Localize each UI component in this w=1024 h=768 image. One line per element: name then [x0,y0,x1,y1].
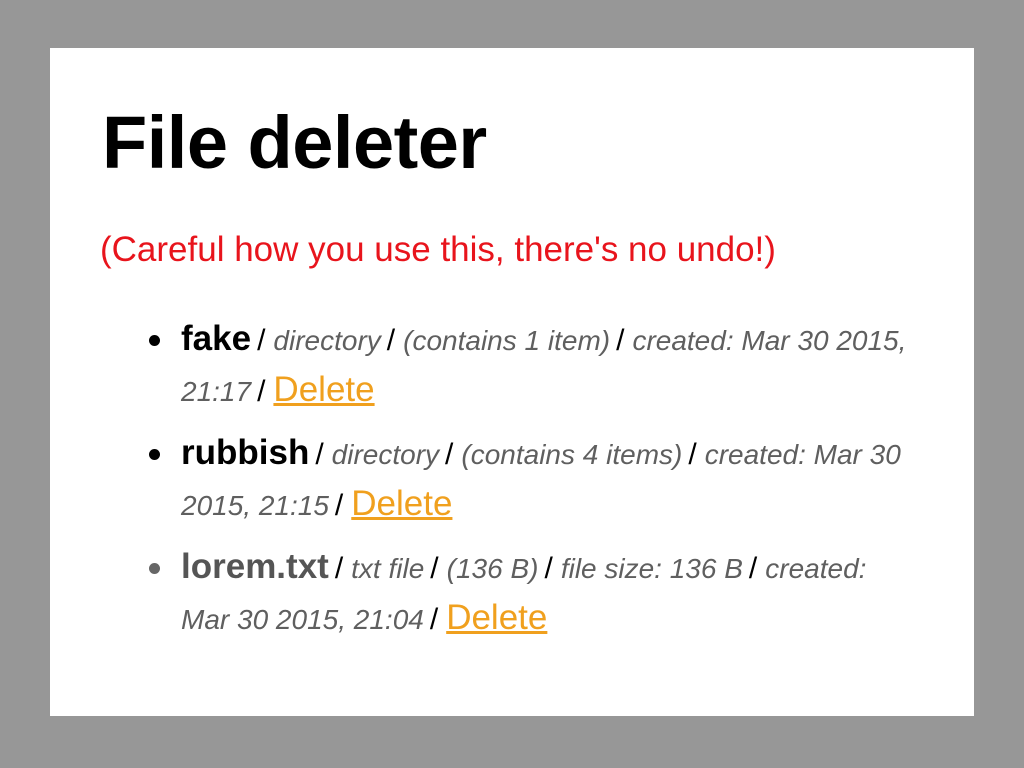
separator: / [386,324,396,357]
bullet-icon [149,449,160,460]
separator: / [544,552,553,585]
bullet-icon [149,563,160,574]
separator: / [257,324,266,357]
page-title: File deleter [102,101,487,184]
delete-link[interactable]: Delete [446,598,547,637]
separator: / [616,324,625,357]
file-name: lorem.txt [181,547,329,586]
file-size: file size: 136 B [560,553,743,584]
file-type: directory [331,439,440,470]
file-contents: (contains 1 item) [403,325,611,356]
delete-link[interactable]: Delete [351,484,452,523]
file-item-lorem: lorem.txt / txt file / (136 B) / file size: 13… [149,542,921,644]
separator: / [334,552,344,585]
separator: / [748,552,758,585]
separator: / [445,438,454,471]
file-item-rubbish: rubbish / directory / (contains 4 items) / cre… [149,428,921,530]
file-contents: (136 B) [446,553,539,584]
separator: / [430,552,439,585]
content-panel: File deleter (Careful how you use this, … [50,48,974,716]
file-name: rubbish [181,433,310,472]
separator: / [688,438,697,471]
separator: / [429,603,439,636]
separator: / [315,438,324,471]
warning-message: (Careful how you use this, there's no un… [100,230,776,269]
bullet-icon [149,335,160,346]
file-list: fake / directory / (contains 1 item) / created… [149,314,921,656]
file-item-fake: fake / directory / (contains 1 item) / created… [149,314,921,416]
file-type: txt file [351,553,425,584]
file-type: directory [273,325,381,356]
file-name: fake [181,319,252,358]
delete-link[interactable]: Delete [273,370,374,409]
file-contents: (contains 4 items) [461,439,683,470]
separator: / [334,489,344,522]
separator: / [257,375,266,408]
